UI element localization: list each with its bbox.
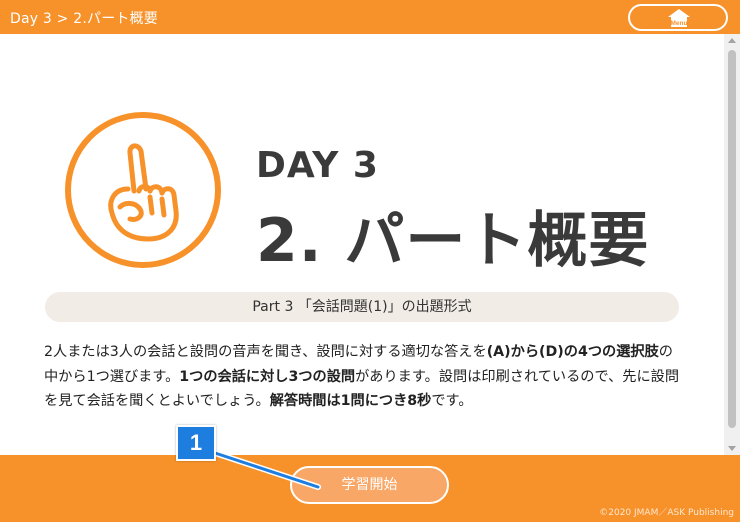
description-text: 2人または3人の会話と設問の音声を聞き、設問に対する適切な答えを (44, 344, 487, 360)
page-title: 2. パート概要 (256, 206, 650, 276)
section-heading: Part 3 「会話問題(1)」の出題形式 (45, 292, 679, 322)
description-paragraph: 2人または3人の会話と設問の音声を聞き、設問に対する適切な答えを(A)から(D)… (44, 340, 684, 414)
header-bar: Day 3 > 2.パート概要 Menu (0, 0, 740, 34)
breadcrumb: Day 3 > 2.パート概要 (10, 11, 158, 27)
copyright-text: ©2020 JMAM／ASK Publishing (599, 508, 734, 518)
description-bold: 1つの会話に対し3つの設問 (179, 368, 356, 385)
scroll-down-arrow-icon[interactable] (728, 446, 736, 451)
description-bold: (A)から(D)の4つの選択肢 (486, 344, 659, 360)
house-icon: Menu (668, 9, 690, 27)
footer-bar: 学習開始 ©2020 JMAM／ASK Publishing (0, 455, 740, 522)
scroll-up-arrow-icon[interactable] (728, 38, 736, 43)
day-label: DAY 3 (256, 145, 379, 186)
callout-number-badge: 1 (176, 425, 216, 461)
vertical-scrollbar[interactable] (724, 34, 740, 455)
description-text: です。 (431, 393, 473, 409)
description-bold: 解答時間は1問につき8秒 (269, 393, 432, 409)
menu-button[interactable]: Menu (628, 4, 728, 31)
scrollbar-thumb[interactable] (728, 50, 736, 428)
start-learning-button[interactable]: 学習開始 (290, 466, 449, 504)
menu-label: Menu (671, 20, 688, 27)
pointing-hand-icon (65, 112, 221, 268)
